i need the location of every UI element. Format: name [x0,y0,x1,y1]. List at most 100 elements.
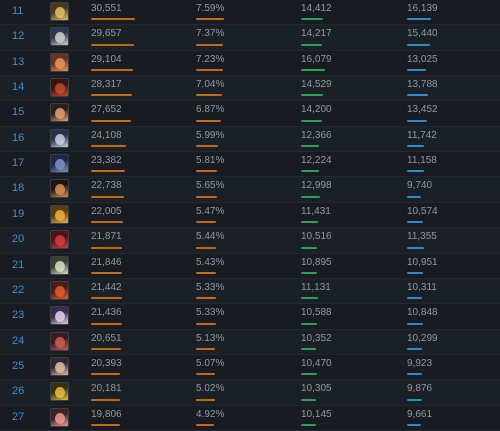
wins-count-bar [301,347,317,350]
table-row[interactable]: 21 21,846 5.43% 10,895 10,951 [0,254,500,279]
games-played: 27,652 [91,104,122,116]
games-played: 20,181 [91,383,122,395]
table-row[interactable]: 16 24,108 5.99% 12,366 11,742 [0,126,500,153]
table-row[interactable]: 14 28,317 7.04% 14,529 13,788 [0,76,500,102]
table-row[interactable]: 11 30,551 7.59% 14,412 16,139 [0,0,500,26]
losses-count-bar [407,43,430,46]
table-row[interactable]: 12 29,657 7.37% 14,217 15,440 [0,25,500,51]
games-played: 30,551 [91,3,122,14]
pick-rate-bar [196,322,216,325]
wins-count-bar [301,170,320,173]
wins-count: 10,516 [301,231,332,243]
wins-count-bar [301,145,320,148]
wins-count-bar [301,322,317,325]
table-row[interactable]: 15 27,652 6.87% 14,200 13,452 [0,101,500,127]
rank-number: 16 [12,131,25,144]
games-played-bar [91,119,131,122]
champion-portrait-icon[interactable] [50,2,69,21]
games-played: 21,846 [91,256,122,268]
champion-portrait-icon[interactable] [50,255,69,275]
table-row[interactable]: 13 29,104 7.23% 16,079 13,025 [0,51,500,77]
losses-count-bar [407,373,422,376]
losses-count-bar [407,170,424,173]
losses-count-bar [407,297,423,300]
champion-portrait-icon[interactable] [50,204,69,224]
champion-portrait-icon[interactable] [50,52,69,72]
table-row[interactable]: 19 22,005 5.47% 11,431 10,574 [0,203,500,229]
games-played-bar [91,43,134,46]
losses-count: 13,452 [407,104,438,116]
wins-count-bar [301,297,318,300]
pick-rate: 5.02% [196,383,225,395]
rank-number: 24 [12,334,25,347]
pick-rate-bar [196,423,215,426]
table-row[interactable]: 20 21,871 5.44% 10,516 11,355 [0,228,500,254]
wins-count-bar [301,119,323,122]
pick-rate-bar [196,170,218,173]
pick-rate: 5.33% [196,281,225,293]
wins-count-bar [301,221,319,224]
losses-count-bar [407,119,427,122]
losses-count-bar [407,18,431,21]
losses-count: 9,661 [407,408,433,420]
losses-count: 13,788 [407,79,438,91]
table-row[interactable]: 22 21,442 5.33% 11,131 10,311 [0,278,500,305]
games-played-bar [91,195,124,198]
wins-count: 14,217 [301,28,332,40]
games-played-bar [91,423,120,426]
portrait-face [55,32,65,44]
champion-portrait-icon[interactable] [50,280,69,300]
rank-number: 17 [12,157,25,170]
pick-rate: 5.43% [196,256,225,268]
table-row[interactable]: 26 20,181 5.02% 10,305 9,876 [0,380,500,406]
games-played: 29,657 [91,28,122,40]
games-played: 21,442 [91,281,122,293]
champion-portrait-icon[interactable] [50,306,69,326]
games-played-bar [91,221,123,224]
rank-number: 27 [12,410,25,423]
games-played: 19,806 [91,408,122,420]
champion-stats-table: 11 30,551 7.59% 14,412 16,139 12 29,657 7.37% 14… [0,0,500,431]
games-played-bar [91,297,122,300]
portrait-face [55,311,65,323]
champion-portrait-icon[interactable] [50,103,69,123]
pick-rate: 5.44% [196,231,225,243]
losses-count: 13,025 [407,53,438,65]
portrait-face [55,184,65,196]
table-row[interactable]: 23 21,436 5.33% 10,588 10,848 [0,304,500,330]
table-row[interactable]: 24 20,651 5.13% 10,352 10,299 [0,329,500,355]
losses-count: 11,742 [407,129,437,141]
champion-portrait-icon[interactable] [50,382,69,402]
portrait-face [55,336,65,348]
pick-rate-bar [196,195,217,198]
pick-rate: 7.59% [196,3,225,14]
pick-rate-bar [196,69,223,72]
champion-portrait-icon[interactable] [50,356,69,376]
table-row[interactable]: 17 23,382 5.81% 12,224 11,158 [0,152,500,178]
games-played-bar [91,347,121,350]
champion-portrait-icon[interactable] [50,128,69,148]
games-played: 21,436 [91,307,122,319]
table-row[interactable]: 25 20,393 5.07% 10,470 9,923 [0,355,500,381]
pick-rate-bar [196,145,219,148]
losses-count-bar [407,347,423,350]
losses-count-bar [407,69,427,72]
portrait-face [55,108,65,120]
losses-count: 10,574 [407,205,438,217]
champion-portrait-icon[interactable] [50,179,69,199]
champion-portrait-icon[interactable] [50,407,69,427]
wins-count: 11,131 [301,281,331,293]
losses-count: 10,848 [407,307,438,319]
wins-count-bar [301,246,317,249]
champion-portrait-icon[interactable] [50,27,69,47]
champion-portrait-icon[interactable] [50,154,69,174]
champion-portrait-icon[interactable] [50,78,69,98]
games-played-bar [91,145,126,148]
champion-portrait-icon[interactable] [50,331,69,351]
table-row[interactable]: 27 19,806 4.92% 10,145 9,661 [0,406,500,431]
wins-count-bar [301,18,323,21]
wins-count: 10,470 [301,357,332,369]
table-row[interactable]: 18 22,738 5.65% 12,998 9,740 [0,177,500,203]
portrait-face [55,7,65,18]
champion-portrait-icon[interactable] [50,230,69,250]
